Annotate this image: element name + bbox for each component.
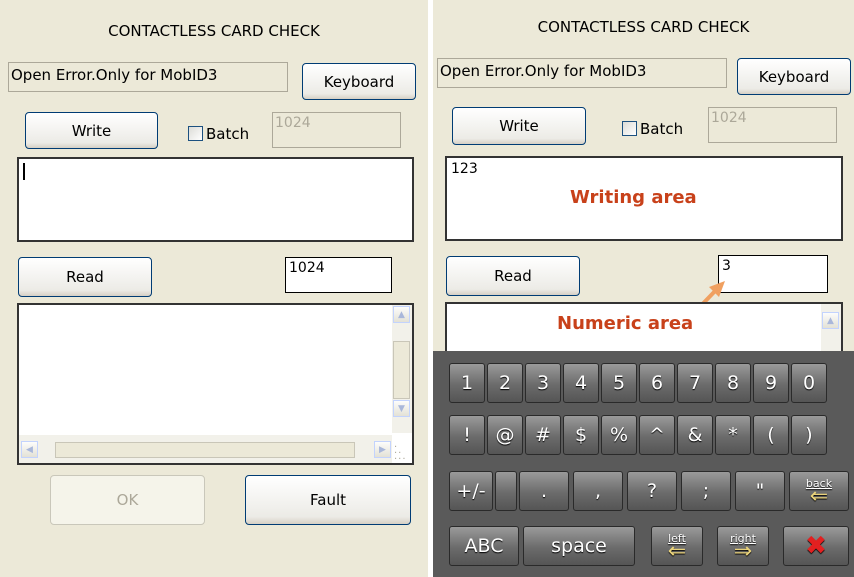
- key-open-paren[interactable]: (: [753, 415, 789, 455]
- write-button[interactable]: Write: [452, 107, 586, 145]
- fault-button[interactable]: Fault: [245, 475, 411, 525]
- key-blank[interactable]: [495, 471, 517, 511]
- page-title: CONTACTLESS CARD CHECK: [537, 18, 750, 36]
- key-at[interactable]: @: [487, 415, 523, 455]
- batch-size-field[interactable]: 1024: [272, 112, 401, 148]
- read-count-field[interactable]: 1024: [285, 257, 392, 293]
- key-6[interactable]: 6: [639, 363, 675, 403]
- key-backspace[interactable]: back ⇐: [789, 471, 849, 511]
- read-button[interactable]: Read: [446, 256, 580, 296]
- scroll-right-icon[interactable]: ▶: [374, 441, 391, 458]
- key-4[interactable]: 4: [563, 363, 599, 403]
- batch-checkbox[interactable]: [188, 126, 203, 141]
- scroll-down-icon[interactable]: ▼: [393, 400, 410, 417]
- key-hash[interactable]: #: [525, 415, 561, 455]
- status-field: Open Error.Only for MobID3: [8, 62, 288, 92]
- key-9[interactable]: 9: [753, 363, 789, 403]
- key-right[interactable]: right ⇒: [717, 526, 769, 566]
- key-plus-minus[interactable]: +/-: [449, 471, 493, 511]
- ok-button[interactable]: OK: [50, 475, 205, 525]
- scrollbar-thumb[interactable]: [55, 442, 355, 458]
- keyboard-button[interactable]: Keyboard: [302, 63, 416, 100]
- page-title: CONTACTLESS CARD CHECK: [108, 22, 320, 40]
- batch-size-field[interactable]: 1024: [708, 107, 837, 143]
- left-screen: CONTACTLESS CARD CHECK Open Error.Only f…: [0, 0, 428, 577]
- write-button[interactable]: Write: [25, 112, 158, 149]
- key-percent[interactable]: %: [601, 415, 637, 455]
- key-7[interactable]: 7: [677, 363, 713, 403]
- key-question[interactable]: ?: [627, 471, 677, 511]
- read-count-field[interactable]: 3: [718, 255, 828, 293]
- key-period[interactable]: .: [519, 471, 569, 511]
- scroll-up-icon[interactable]: ▲: [393, 306, 410, 323]
- key-asterisk[interactable]: *: [715, 415, 751, 455]
- write-text-value: 123: [451, 161, 478, 177]
- vertical-scrollbar[interactable]: ▲ ▼: [392, 305, 412, 433]
- horizontal-scrollbar[interactable]: ◀ ▶: [19, 435, 392, 463]
- scrollbar-thumb[interactable]: [393, 341, 410, 399]
- key-exclamation[interactable]: !: [449, 415, 485, 455]
- key-1[interactable]: 1: [449, 363, 485, 403]
- text-caret: [23, 163, 25, 180]
- scroll-left-icon[interactable]: ◀: [21, 441, 38, 458]
- read-button[interactable]: Read: [18, 257, 152, 297]
- key-8[interactable]: 8: [715, 363, 751, 403]
- key-close-paren[interactable]: ): [791, 415, 827, 455]
- close-icon[interactable]: ✖: [783, 526, 849, 566]
- key-2[interactable]: 2: [487, 363, 523, 403]
- right-arrow-icon: ⇒: [733, 538, 753, 564]
- key-quote[interactable]: ": [735, 471, 785, 511]
- keyboard-button[interactable]: Keyboard: [737, 58, 851, 95]
- left-arrow-icon: ⇐: [667, 538, 687, 564]
- key-comma[interactable]: ,: [573, 471, 623, 511]
- batch-label: Batch: [206, 125, 250, 143]
- key-space[interactable]: space: [523, 526, 635, 566]
- batch-checkbox[interactable]: [622, 121, 637, 136]
- key-dollar[interactable]: $: [563, 415, 599, 455]
- key-abc[interactable]: ABC: [449, 526, 519, 566]
- batch-label: Batch: [640, 120, 684, 138]
- key-0[interactable]: 0: [791, 363, 827, 403]
- key-caret[interactable]: ^: [639, 415, 675, 455]
- key-left[interactable]: left ⇐: [651, 526, 703, 566]
- key-ampersand[interactable]: &: [677, 415, 713, 455]
- key-3[interactable]: 3: [525, 363, 561, 403]
- on-screen-keyboard: 1 2 3 4 5 6 7 8 9 0 ! @ # $ % ^ & * ( ) …: [433, 351, 854, 577]
- read-text-area[interactable]: ▲ ▼ ◀ ▶ · ·· ···: [17, 303, 414, 465]
- key-5[interactable]: 5: [601, 363, 637, 403]
- scroll-up-icon[interactable]: ▲: [822, 312, 839, 329]
- writing-area-annotation: Writing area: [570, 187, 697, 208]
- key-semicolon[interactable]: ;: [681, 471, 731, 511]
- status-field: Open Error.Only for MobID3: [437, 58, 727, 88]
- backspace-arrow-icon: ⇐: [809, 483, 829, 509]
- resize-grip-icon[interactable]: · ·· ···: [394, 443, 408, 465]
- numeric-area-annotation: Numeric area: [557, 313, 694, 334]
- write-text-area[interactable]: [17, 157, 414, 242]
